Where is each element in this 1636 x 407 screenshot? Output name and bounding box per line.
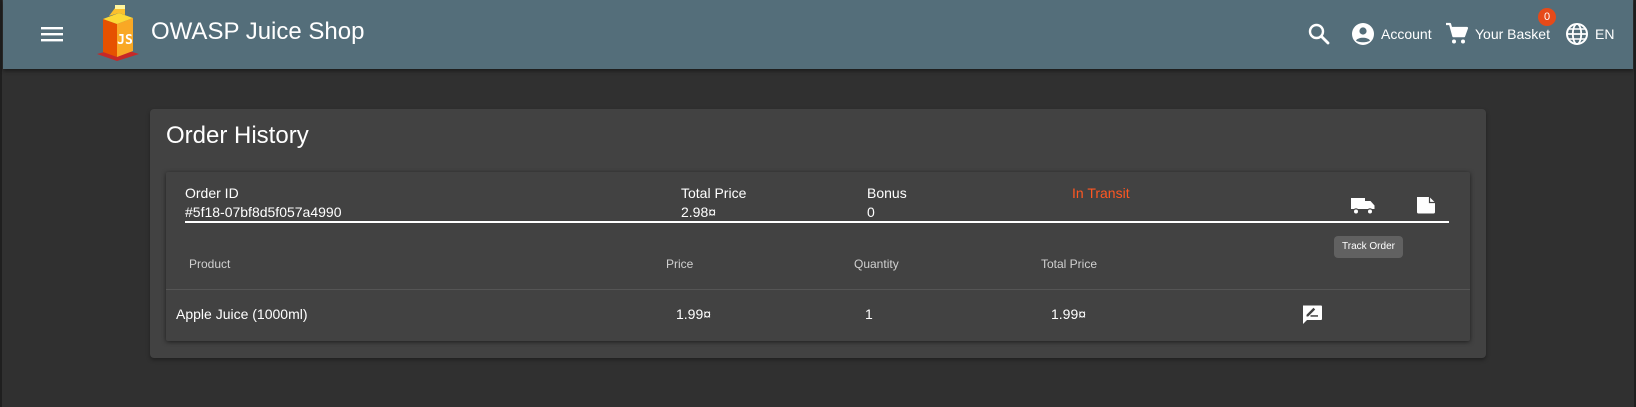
language-label: EN	[1595, 26, 1615, 42]
row-quantity: 1	[865, 306, 873, 322]
order-id-label: Order ID	[185, 185, 239, 201]
order-bonus-label: Bonus	[867, 185, 907, 201]
column-header-product: Product	[189, 257, 231, 271]
column-header-quantity: Quantity	[854, 257, 899, 271]
window-edge-left	[0, 0, 2, 407]
account-circle-icon	[1352, 23, 1374, 45]
svg-text:JS: JS	[117, 33, 133, 48]
sidebar-menu-button[interactable]	[37, 19, 67, 49]
app-title[interactable]: OWASP Juice Shop	[151, 17, 364, 47]
search-icon	[1308, 23, 1330, 45]
review-product-button[interactable]	[1300, 303, 1324, 327]
top-toolbar: JS OWASP Juice Shop Account Your Basket …	[3, 0, 1633, 69]
basket-button[interactable]: Your Basket	[1445, 19, 1550, 49]
receipt-icon	[1417, 197, 1435, 214]
basket-count-badge: 0	[1538, 8, 1556, 26]
table-header-divider	[166, 289, 1470, 290]
order-history-card: Order History Order ID #5f18-07bf8d5f057…	[150, 109, 1486, 358]
track-order-button[interactable]	[1350, 195, 1376, 217]
row-total: 1.99¤	[1051, 306, 1087, 322]
order-total-label: Total Price	[681, 185, 747, 201]
order-status: In Transit	[1072, 185, 1130, 201]
page: JS OWASP Juice Shop Account Your Basket …	[0, 0, 1636, 407]
column-header-price: Price	[666, 257, 694, 271]
order-summary-divider	[185, 221, 1449, 223]
globe-language-icon	[1566, 23, 1588, 45]
row-product: Apple Juice (1000ml)	[176, 306, 308, 322]
juice-carton-logo-icon: JS	[97, 5, 139, 61]
order-total-value: 2.98¤	[681, 204, 717, 220]
order-id-value: #5f18-07bf8d5f057a4990	[185, 204, 342, 220]
rate-review-icon	[1303, 305, 1322, 324]
juice-shop-logo[interactable]: JS	[93, 4, 145, 62]
order-bonus-value: 0	[867, 204, 875, 220]
account-button[interactable]: Account	[1351, 19, 1432, 49]
order-id-cell: Order ID #5f18-07bf8d5f057a4990	[185, 184, 341, 222]
page-title: Order History	[166, 122, 309, 149]
order-total-cell: Total Price 2.98¤	[681, 184, 746, 222]
truck-icon	[1351, 198, 1375, 215]
row-price: 1.99¤	[676, 306, 712, 322]
language-button[interactable]: EN	[1565, 19, 1614, 49]
search-button[interactable]	[1305, 20, 1333, 48]
column-header-total-price: Total Price	[1041, 257, 1098, 271]
hamburger-menu-icon	[41, 27, 63, 42]
order-receipt-button[interactable]	[1414, 193, 1438, 217]
order-bonus-cell: Bonus 0	[867, 184, 907, 222]
order-panel: Order ID #5f18-07bf8d5f057a4990 Total Pr…	[166, 172, 1470, 341]
account-label: Account	[1381, 26, 1432, 42]
track-order-tooltip: Track Order	[1334, 236, 1403, 258]
basket-label: Your Basket	[1475, 26, 1550, 42]
shopping-cart-icon	[1446, 22, 1469, 44]
